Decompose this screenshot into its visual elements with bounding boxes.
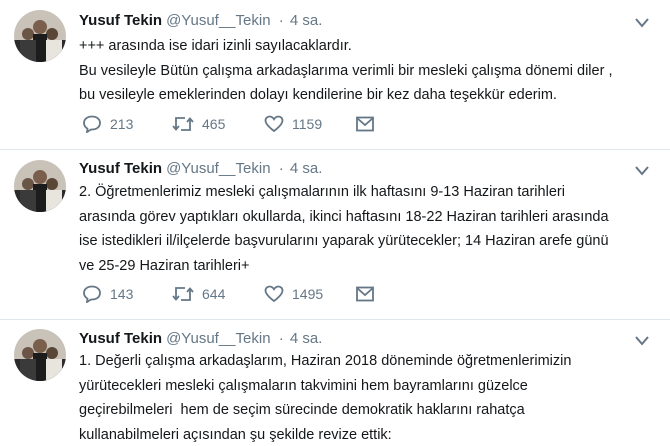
reply-button[interactable]: 213 (82, 115, 133, 133)
author-name[interactable]: Yusuf Tekin (79, 330, 162, 347)
reply-count: 213 (110, 116, 134, 132)
avatar[interactable] (14, 160, 66, 212)
tweet-text-line: +++ arasında ise idari izinli sayılacakl… (79, 38, 352, 54)
chevron-down-icon[interactable] (634, 164, 650, 176)
time-separator: · (278, 330, 284, 347)
tweet-time[interactable]: 4 sa. (290, 12, 323, 29)
like-count: 1495 (292, 286, 324, 302)
heart-icon (264, 285, 284, 303)
tweet-text-line: kullanabilmeleri açısından şu şekilde re… (79, 426, 392, 443)
tweet-text-line: 1. Değerli çalışma arkadaşlarım, Haziran… (79, 353, 572, 369)
like-button[interactable]: 1159 (264, 115, 322, 133)
reply-icon (82, 115, 102, 133)
reply-count: 143 (110, 286, 134, 302)
retweet-button[interactable]: 465 (172, 115, 225, 133)
tweet-header: Yusuf Tekin @Yusuf__Tekin · 4 sa. (79, 330, 322, 347)
tweet-text-line: bu vesileyle emeklerinden dolayı kendile… (79, 87, 557, 103)
chevron-down-icon[interactable] (634, 16, 650, 28)
tweet-time[interactable]: 4 sa. (290, 160, 323, 177)
author-handle[interactable]: @Yusuf__Tekin (166, 160, 270, 177)
author-handle[interactable]: @Yusuf__Tekin (166, 330, 270, 347)
tweet-text: 1. Değerli çalışma arkadaşlarım, Haziran… (79, 349, 659, 446)
tweet-text: 2. Öğretmenlerimiz mesleki çalışmalarını… (79, 180, 659, 278)
tweet-text-line: 2. Öğretmenlerimiz mesleki çalışmalarını… (79, 184, 565, 200)
tweet-header: Yusuf Tekin @Yusuf__Tekin · 4 sa. (79, 160, 322, 177)
reply-button[interactable]: 143 (82, 285, 133, 303)
like-count: 1159 (292, 116, 323, 132)
author-name[interactable]: Yusuf Tekin (79, 160, 162, 177)
heart-icon (264, 115, 284, 133)
tweet[interactable]: Yusuf Tekin @Yusuf__Tekin · 4 sa. 2. Öğre… (0, 150, 670, 320)
envelope-icon (355, 115, 375, 133)
retweet-count: 644 (202, 286, 226, 302)
chevron-down-icon[interactable] (634, 334, 650, 346)
tweet-text-line: geçirebilmeleri hem de seçim sürecinde d… (79, 402, 525, 418)
retweet-icon (172, 115, 194, 133)
tweet-time[interactable]: 4 sa. (290, 330, 323, 347)
tweet-text-line: ve 25-29 Haziran tarihleri+ (79, 257, 250, 274)
retweet-button[interactable]: 644 (172, 285, 225, 303)
avatar[interactable] (14, 329, 66, 381)
tweet[interactable]: Yusuf Tekin @Yusuf__Tekin · 4 sa. 1. Değe… (0, 320, 670, 446)
envelope-icon (355, 285, 375, 303)
tweet-text-line: yürütecekleri mesleki çalışmaların takvi… (79, 377, 528, 394)
reply-icon (82, 285, 102, 303)
retweet-icon (172, 285, 194, 303)
tweet-text: +++ arasında ise idari izinli sayılacakl… (79, 34, 659, 108)
tweet-text-line: Bu vesileyle Bütün çalışma arkadaşlarıma… (79, 62, 613, 79)
avatar[interactable] (14, 10, 66, 62)
author-handle[interactable]: @Yusuf__Tekin (166, 12, 270, 29)
tweet-text-line: ise istedikleri il/ilçelerde başvuruları… (79, 233, 609, 249)
like-button[interactable]: 1495 (264, 285, 323, 303)
tweet-header: Yusuf Tekin @Yusuf__Tekin · 4 sa. (79, 12, 322, 29)
direct-message-button[interactable] (355, 115, 375, 133)
time-separator: · (278, 12, 284, 29)
time-separator: · (278, 160, 284, 177)
tweet-text-line: arasında görev yaptıkları okullarda, iki… (79, 208, 609, 225)
retweet-count: 465 (202, 116, 226, 132)
author-name[interactable]: Yusuf Tekin (79, 12, 162, 29)
tweet[interactable]: Yusuf Tekin @Yusuf__Tekin · 4 sa. +++ ara… (0, 0, 670, 150)
direct-message-button[interactable] (355, 285, 375, 303)
